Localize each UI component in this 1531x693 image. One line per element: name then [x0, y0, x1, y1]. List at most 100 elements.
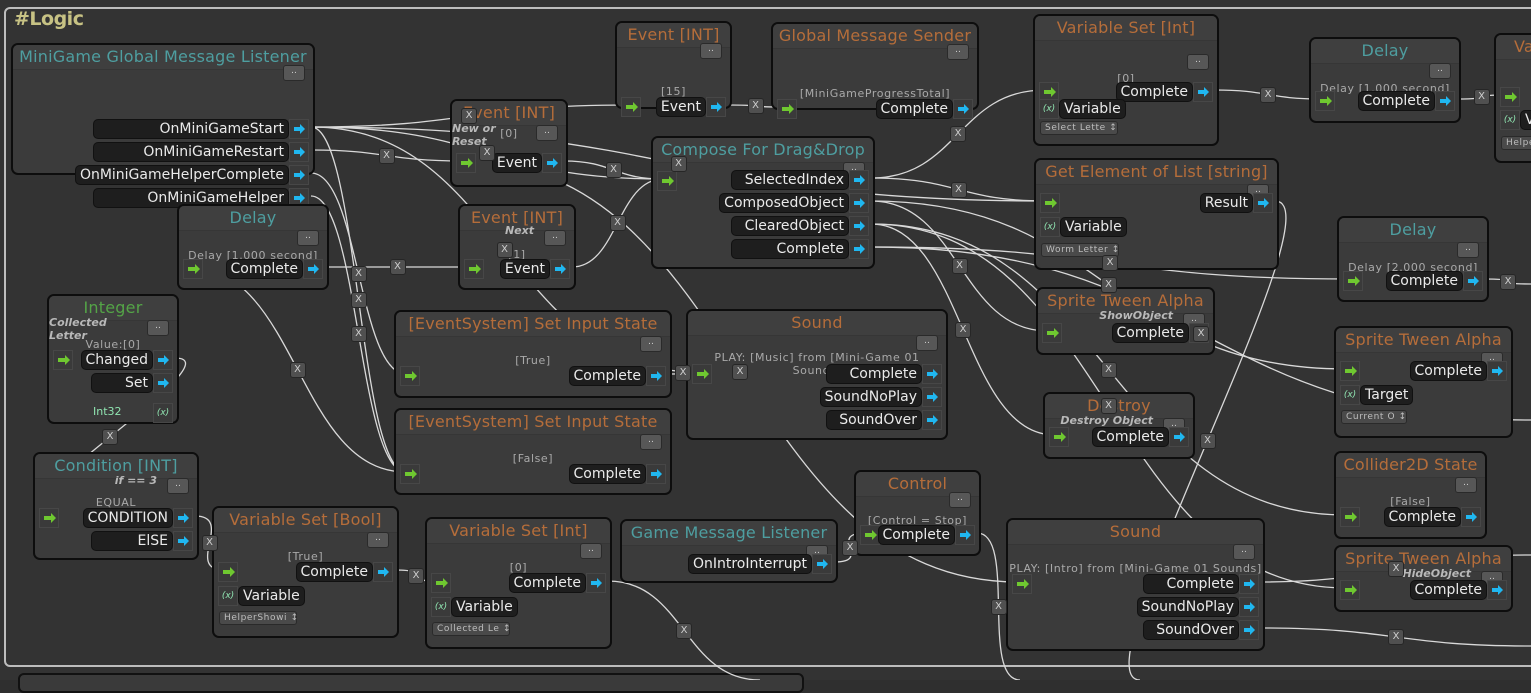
node-menu-button[interactable]: .. — [700, 43, 722, 59]
delete-link-button[interactable]: X — [1102, 255, 1118, 271]
node-condition[interactable]: Condition [INT] if == 3.. EQUAL CONDITION El… — [33, 452, 199, 560]
delete-link-button[interactable]: X — [950, 126, 966, 142]
node-soundIntro[interactable]: Sound.. PLAY: [Intro] from [Mini-Game 01 … — [1006, 518, 1265, 651]
output-port[interactable] — [849, 216, 869, 236]
node-inputFalse[interactable]: [EventSystem] Set Input State.. [False] Co… — [394, 408, 672, 495]
variable-label[interactable]: Target — [1360, 385, 1414, 405]
node-menu-button[interactable]: .. — [367, 532, 389, 548]
output-port[interactable] — [922, 364, 942, 384]
delete-link-button[interactable]: X — [1260, 86, 1276, 103]
output-port[interactable] — [706, 97, 726, 117]
output-port[interactable] — [1169, 427, 1189, 447]
node-menu-button[interactable]: .. — [1457, 242, 1479, 258]
node-menu-button[interactable]: .. — [544, 230, 566, 246]
delete-link-button[interactable]: X — [950, 181, 967, 198]
output-port[interactable] — [1239, 620, 1259, 640]
output-port[interactable] — [1435, 91, 1455, 111]
node-eventNext[interactable]: Event [INT] Next.. [1] Event — [458, 204, 576, 290]
variable-label[interactable]: Va — [1520, 110, 1531, 130]
input-port[interactable] — [400, 464, 420, 484]
output-port[interactable] — [1253, 193, 1273, 213]
delete-link-button[interactable]: X — [102, 429, 118, 445]
input-port[interactable] — [1500, 87, 1520, 107]
input-port[interactable] — [1049, 427, 1069, 447]
input-port[interactable] — [777, 99, 797, 119]
input-port[interactable] — [1042, 323, 1062, 343]
output-port[interactable] — [922, 410, 942, 430]
output-port[interactable] — [1463, 271, 1483, 291]
output-port[interactable] — [1487, 580, 1507, 600]
delete-link-button[interactable]: X — [201, 535, 218, 551]
node-soundMusic[interactable]: Sound.. PLAY: [Music] from [Mini-Game 01 … — [686, 309, 948, 440]
node-spriteShow[interactable]: Sprite Tween Alpha ShowObject.. Complete — [1036, 287, 1215, 355]
node-menu-button[interactable]: .. — [640, 336, 662, 352]
input-port[interactable] — [621, 97, 641, 117]
input-port[interactable] — [183, 259, 203, 279]
node-menu-button[interactable]: .. — [580, 543, 602, 559]
delete-link-button[interactable]: X — [1100, 361, 1117, 378]
output-port[interactable] — [550, 259, 570, 279]
output-port[interactable] — [1461, 507, 1481, 527]
output-port[interactable] — [542, 153, 562, 173]
input-port[interactable] — [692, 364, 712, 384]
node-spriteHide[interactable]: Sprite Tween Alpha HideObject.. Complete — [1334, 545, 1513, 612]
node-varCut[interactable]: Va(x)VaHelpe — [1494, 33, 1531, 163]
node-spriteTarget[interactable]: Sprite Tween Alpha.. Complete (x) Target Cur… — [1334, 326, 1513, 438]
variable-select[interactable]: Current O ↕ — [1341, 410, 1407, 424]
node-delay1r[interactable]: Delay.. Delay [1.000 second] Complete — [1309, 37, 1461, 123]
delete-link-button[interactable]: X — [676, 622, 692, 639]
delete-link-button[interactable]: X — [461, 108, 477, 124]
output-port[interactable] — [289, 142, 309, 162]
node-menu-button[interactable]: .. — [1233, 544, 1255, 560]
delete-link-button[interactable]: X — [747, 98, 764, 114]
graph-canvas[interactable]: #Logic MiniGame Global Message Listener.… — [0, 0, 1531, 693]
delete-link-button[interactable]: X — [951, 258, 968, 274]
delete-link-button[interactable]: X — [842, 539, 858, 556]
output-port[interactable] — [1239, 574, 1259, 594]
output-port[interactable] — [153, 373, 173, 393]
delete-link-button[interactable]: X — [378, 147, 395, 164]
output-port[interactable] — [153, 350, 173, 370]
delete-link-button[interactable]: X — [350, 326, 367, 342]
node-gameListener[interactable]: Game Message Listener.. OnIntroInterrupt — [620, 519, 838, 583]
input-port[interactable] — [657, 171, 677, 191]
node-event15[interactable]: Event [INT].. [15] Event — [615, 21, 732, 117]
input-port[interactable] — [53, 350, 73, 370]
delete-link-button[interactable]: X — [1500, 273, 1516, 290]
node-varSetInt1[interactable]: Variable Set [Int].. [0] Complete (x) Variab… — [1033, 14, 1219, 146]
node-varSetBool[interactable]: Variable Set [Bool].. [True] Complete (x) Va… — [212, 506, 399, 638]
node-menu-button[interactable]: .. — [297, 230, 319, 246]
node-getElem[interactable]: Get Element of List [string].. Result (x) V… — [1034, 158, 1279, 270]
variable-label[interactable]: Variable — [451, 597, 518, 617]
node-menu-button[interactable]: .. — [947, 44, 969, 60]
input-port[interactable] — [1340, 507, 1360, 527]
node-menu-button[interactable]: .. — [167, 478, 189, 494]
output-port[interactable] — [849, 193, 869, 213]
delete-link-button[interactable]: X — [1388, 560, 1404, 577]
delete-link-button[interactable]: X — [1473, 89, 1490, 105]
variable-label[interactable]: Variable — [238, 586, 305, 606]
output-port[interactable] — [586, 573, 606, 593]
input-port[interactable] — [1340, 580, 1360, 600]
delete-link-button[interactable]: X — [1100, 398, 1117, 414]
node-menu-button[interactable]: .. — [640, 434, 662, 450]
node-menu-button[interactable]: .. — [949, 492, 971, 508]
input-port[interactable] — [464, 259, 484, 279]
delete-link-button[interactable]: X — [1199, 432, 1216, 449]
node-menu-button[interactable]: .. — [283, 65, 305, 81]
output-port[interactable] — [1487, 361, 1507, 381]
node-menu-button[interactable]: .. — [1455, 477, 1477, 493]
delete-link-button[interactable]: X — [1193, 325, 1209, 342]
node-collider[interactable]: Collider2D State.. [False] Complete — [1334, 451, 1487, 539]
variable-label[interactable]: Variable — [1060, 217, 1127, 237]
delete-link-button[interactable]: X — [496, 241, 513, 258]
variable-select[interactable]: Collected Le ↕ — [432, 622, 511, 636]
input-port[interactable] — [1040, 193, 1060, 213]
variable-select[interactable]: HelperShowi ↕ — [219, 611, 298, 625]
variable-select[interactable]: Helpe — [1501, 136, 1531, 150]
output-port[interactable] — [955, 525, 975, 545]
output-port[interactable] — [849, 239, 869, 259]
node-varSetInt2[interactable]: Variable Set [Int].. [0] Complete (x) Variab… — [425, 517, 612, 649]
delete-link-button[interactable]: X — [350, 265, 367, 282]
output-port[interactable] — [922, 387, 942, 407]
